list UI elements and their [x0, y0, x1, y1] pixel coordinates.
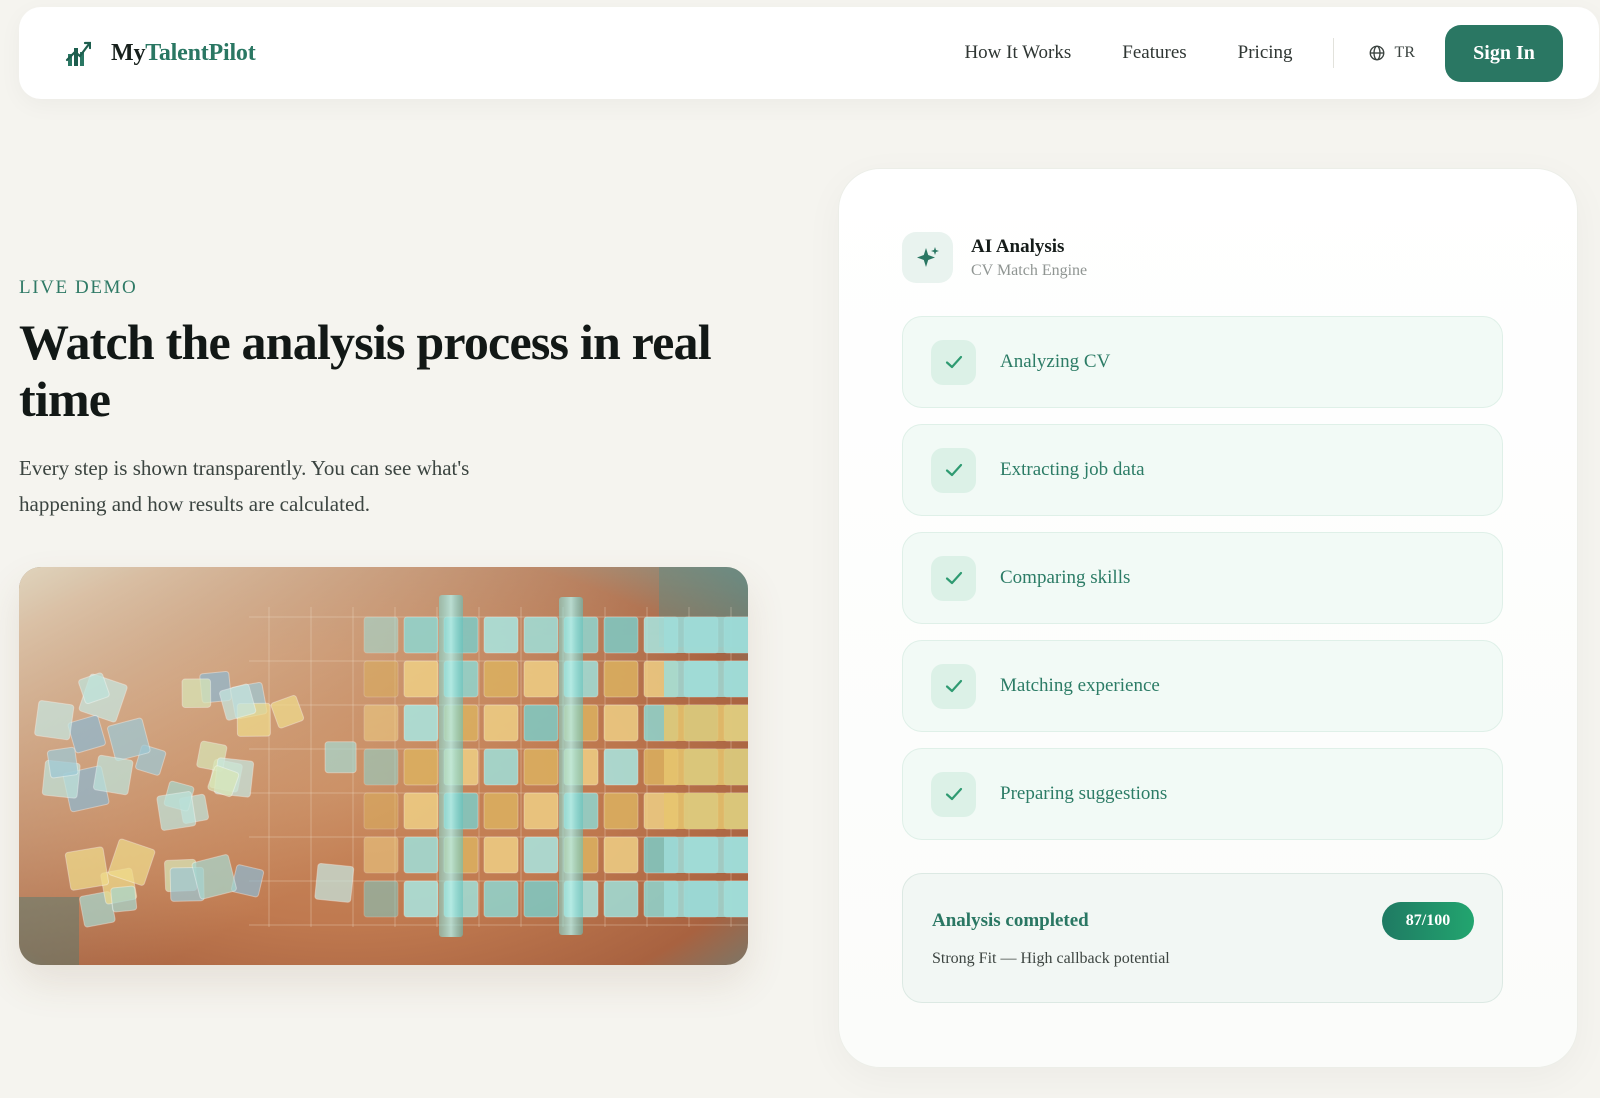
- sparkle-icon: [916, 246, 939, 267]
- nav-links: How It Works Features Pricing: [964, 42, 1292, 64]
- step-item: Analyzing CV: [902, 316, 1503, 408]
- analysis-icon-badge: [902, 232, 953, 283]
- top-navbar: MyTalentPilot How It Works Features Pric…: [19, 7, 1599, 99]
- step-label: Extracting job data: [1000, 459, 1145, 480]
- hero-illustration: [19, 567, 748, 965]
- result-detail: Strong Fit — High callback potential: [932, 950, 1170, 967]
- sign-in-button[interactable]: Sign In: [1445, 24, 1563, 82]
- analysis-card: AI Analysis CV Match Engine Analyzing CV…: [838, 168, 1578, 1068]
- check-icon: [931, 447, 976, 493]
- analysis-card-header: AI Analysis CV Match Engine: [902, 232, 1087, 283]
- brand-logo[interactable]: MyTalentPilot: [65, 38, 256, 68]
- nav-link-how-it-works[interactable]: How It Works: [964, 42, 1071, 64]
- check-icon: [931, 339, 976, 385]
- check-icon: [931, 555, 976, 601]
- analysis-subtitle: CV Match Engine: [971, 261, 1088, 279]
- section-eyebrow: LIVE DEMO: [19, 277, 138, 298]
- check-icon: [931, 771, 976, 817]
- step-item: Extracting job data: [902, 424, 1503, 516]
- step-item: Matching experience: [902, 640, 1503, 732]
- check-icon: [931, 663, 976, 709]
- globe-icon: [1369, 45, 1384, 61]
- bar-chart-logo-icon: [65, 41, 91, 66]
- data-cubes-illustration: [19, 567, 748, 965]
- step-label: Analyzing CV: [1000, 351, 1111, 372]
- brand-name: MyTalentPilot: [111, 40, 256, 67]
- step-label: Preparing suggestions: [1000, 783, 1168, 804]
- result-title: Analysis completed: [932, 910, 1089, 931]
- step-item: Comparing skills: [902, 532, 1503, 624]
- analysis-result: Analysis completed 87/100 Strong Fit — H…: [902, 873, 1503, 1003]
- language-switcher[interactable]: TR: [1368, 44, 1415, 62]
- language-code: TR: [1394, 44, 1415, 61]
- hero-description: Every step is shown transparently. You c…: [19, 456, 470, 516]
- nav-link-features[interactable]: Features: [1122, 42, 1186, 64]
- score-badge: 87/100: [1382, 902, 1474, 940]
- step-item: Preparing suggestions: [902, 748, 1503, 840]
- brand-name-part1: My: [111, 39, 146, 66]
- nav-link-pricing[interactable]: Pricing: [1238, 42, 1293, 64]
- analysis-title: AI Analysis: [971, 235, 1065, 257]
- page-title: Watch the analysis process in real time: [19, 314, 712, 427]
- analysis-steps: Analyzing CV Extracting job data Compari…: [902, 316, 1503, 856]
- nav-divider: [1332, 38, 1334, 68]
- brand-name-part2: TalentPilot: [145, 39, 256, 66]
- step-label: Comparing skills: [1000, 567, 1131, 588]
- step-label: Matching experience: [1000, 675, 1160, 696]
